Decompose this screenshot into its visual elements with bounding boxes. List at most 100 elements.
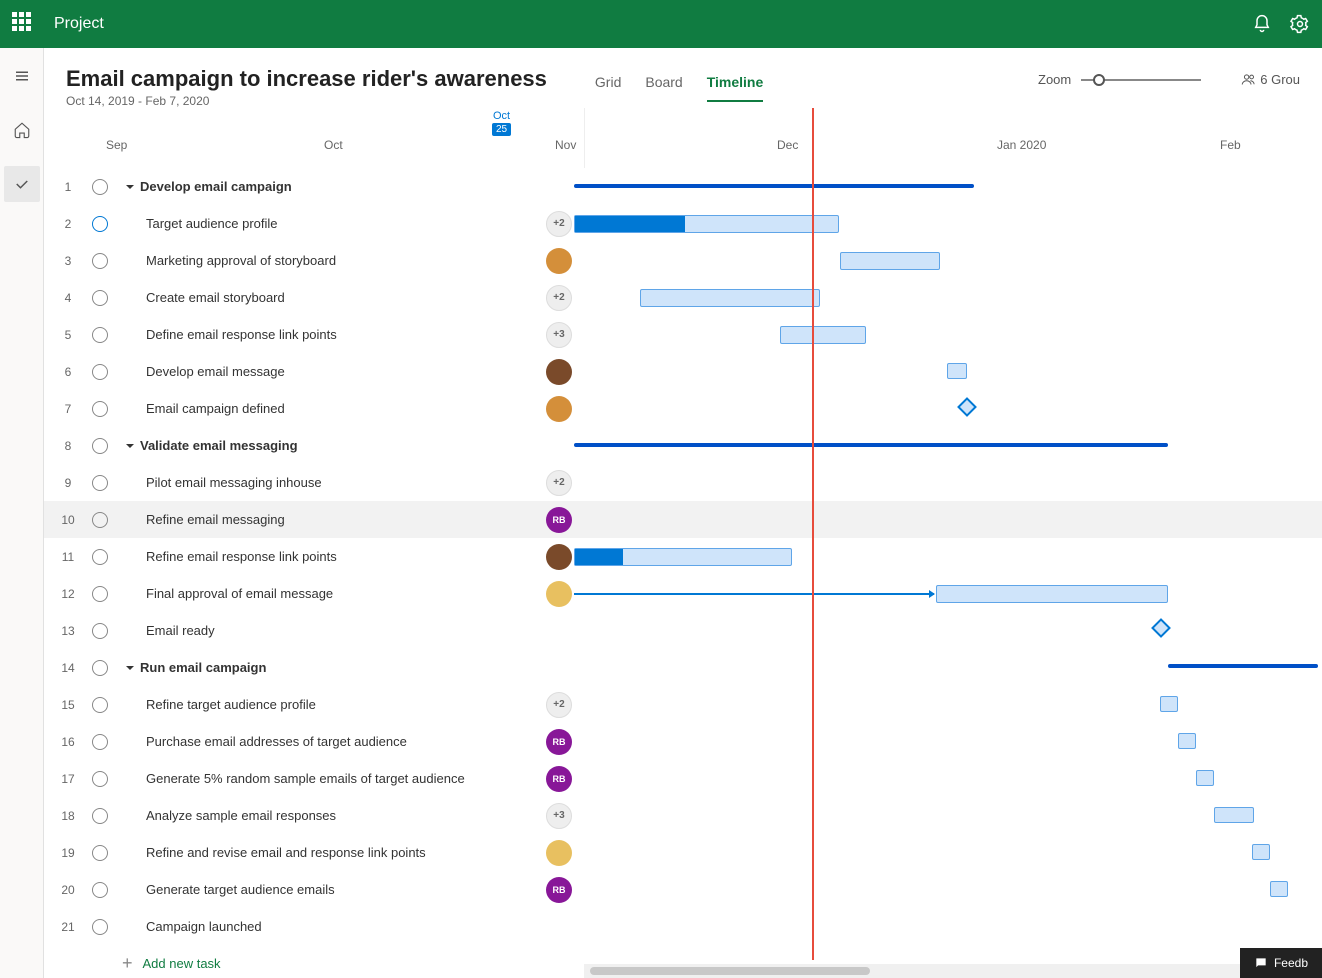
task-name[interactable]: Generate 5% random sample emails of targ…	[122, 771, 465, 786]
task-row[interactable]: 6Develop email message	[44, 353, 1322, 390]
assignee-avatar[interactable]	[546, 248, 572, 274]
feedback-button[interactable]: Feedb	[1240, 948, 1322, 978]
complete-circle[interactable]	[92, 364, 108, 380]
task-row[interactable]: 13Email ready	[44, 612, 1322, 649]
task-row[interactable]: 1Develop email campaign	[44, 168, 1322, 205]
assignee-avatar[interactable]: RB	[546, 877, 572, 903]
task-row[interactable]: 18Analyze sample email responses+3	[44, 797, 1322, 834]
task-name[interactable]: Create email storyboard	[122, 290, 285, 305]
chevron-down-icon[interactable]	[122, 441, 138, 451]
task-name[interactable]: Marketing approval of storyboard	[122, 253, 336, 268]
assignee-avatar[interactable]: +2	[546, 692, 572, 718]
task-name[interactable]: Refine and revise email and response lin…	[122, 845, 426, 860]
assignee-avatar[interactable]: RB	[546, 507, 572, 533]
task-name[interactable]: Generate target audience emails	[122, 882, 335, 897]
task-name[interactable]: Refine target audience profile	[122, 697, 316, 712]
task-row[interactable]: 21Campaign launched	[44, 908, 1322, 945]
task-row[interactable]: 14Run email campaign	[44, 649, 1322, 686]
assignee-avatar[interactable]: +3	[546, 322, 572, 348]
task-name[interactable]: Validate email messaging	[140, 438, 298, 453]
complete-circle[interactable]	[92, 216, 108, 232]
tab-timeline[interactable]: Timeline	[707, 74, 764, 102]
complete-circle[interactable]	[92, 438, 108, 454]
complete-circle[interactable]	[92, 290, 108, 306]
complete-circle[interactable]	[92, 623, 108, 639]
task-row[interactable]: 8Validate email messaging	[44, 427, 1322, 464]
task-name[interactable]: Define email response link points	[122, 327, 337, 342]
complete-circle[interactable]	[92, 401, 108, 417]
task-row[interactable]: 7Email campaign defined	[44, 390, 1322, 427]
complete-circle[interactable]	[92, 808, 108, 824]
check-button[interactable]	[4, 166, 40, 202]
assignee-avatar[interactable]: RB	[546, 729, 572, 755]
complete-circle[interactable]	[92, 179, 108, 195]
assignee-avatar[interactable]: +3	[546, 803, 572, 829]
task-name[interactable]: Purchase email addresses of target audie…	[122, 734, 407, 749]
project-dates: Oct 14, 2019 - Feb 7, 2020	[66, 94, 547, 108]
complete-circle[interactable]	[92, 475, 108, 491]
task-name[interactable]: Analyze sample email responses	[122, 808, 336, 823]
gear-icon[interactable]	[1290, 14, 1310, 34]
group-members[interactable]: 6 Grou	[1241, 72, 1300, 87]
assignee-avatar[interactable]	[546, 581, 572, 607]
complete-circle[interactable]	[92, 253, 108, 269]
complete-circle[interactable]	[92, 882, 108, 898]
task-name[interactable]: Develop email campaign	[140, 179, 292, 194]
chevron-down-icon[interactable]	[122, 663, 138, 673]
complete-circle[interactable]	[92, 660, 108, 676]
task-row[interactable]: 17Generate 5% random sample emails of ta…	[44, 760, 1322, 797]
assignee-avatar[interactable]: +2	[546, 285, 572, 311]
task-row[interactable]: 12Final approval of email message	[44, 575, 1322, 612]
task-name[interactable]: Campaign launched	[122, 919, 262, 934]
complete-circle[interactable]	[92, 771, 108, 787]
complete-circle[interactable]	[92, 919, 108, 935]
task-name[interactable]: Refine email messaging	[122, 512, 285, 527]
task-row[interactable]: 9Pilot email messaging inhouse+2	[44, 464, 1322, 501]
task-name[interactable]: Develop email message	[122, 364, 285, 379]
zoom-control[interactable]: Zoom	[1038, 72, 1201, 87]
task-row[interactable]: 20Generate target audience emailsRB	[44, 871, 1322, 908]
complete-circle[interactable]	[92, 549, 108, 565]
assignee-avatar[interactable]	[546, 359, 572, 385]
task-row[interactable]: 3Marketing approval of storyboard	[44, 242, 1322, 279]
complete-circle[interactable]	[92, 697, 108, 713]
zoom-slider[interactable]	[1081, 79, 1201, 81]
add-task-button[interactable]: +Add new task	[122, 946, 221, 978]
today-marker: Oct 25	[492, 110, 511, 136]
complete-circle[interactable]	[92, 586, 108, 602]
complete-circle[interactable]	[92, 327, 108, 343]
home-button[interactable]	[4, 112, 40, 148]
assignee-avatar[interactable]: +2	[546, 470, 572, 496]
task-row[interactable]: 11Refine email response link points	[44, 538, 1322, 575]
menu-button[interactable]	[4, 58, 40, 94]
task-row[interactable]: 10Refine email messagingRB	[44, 501, 1322, 538]
assignee-avatar[interactable]: +2	[546, 211, 572, 237]
task-name[interactable]: Final approval of email message	[122, 586, 333, 601]
task-row[interactable]: 15Refine target audience profile+2	[44, 686, 1322, 723]
complete-circle[interactable]	[92, 845, 108, 861]
task-name[interactable]: Email campaign defined	[122, 401, 285, 416]
task-name[interactable]: Run email campaign	[140, 660, 266, 675]
bell-icon[interactable]	[1252, 14, 1272, 34]
complete-circle[interactable]	[92, 734, 108, 750]
assignee-avatar[interactable]	[546, 396, 572, 422]
task-row[interactable]: 4Create email storyboard+2	[44, 279, 1322, 316]
assignee-avatar[interactable]: RB	[546, 766, 572, 792]
chevron-down-icon[interactable]	[122, 182, 138, 192]
today-line	[812, 108, 814, 960]
task-name[interactable]: Email ready	[122, 623, 215, 638]
task-row[interactable]: 19Refine and revise email and response l…	[44, 834, 1322, 871]
task-name[interactable]: Target audience profile	[122, 216, 278, 231]
app-launcher-icon[interactable]	[12, 12, 36, 36]
horizontal-scrollbar[interactable]	[584, 964, 1322, 978]
task-name[interactable]: Pilot email messaging inhouse	[122, 475, 322, 490]
assignee-avatar[interactable]	[546, 544, 572, 570]
task-row[interactable]: 16Purchase email addresses of target aud…	[44, 723, 1322, 760]
complete-circle[interactable]	[92, 512, 108, 528]
tab-grid[interactable]: Grid	[595, 74, 621, 102]
assignee-avatar[interactable]	[546, 840, 572, 866]
task-name[interactable]: Refine email response link points	[122, 549, 337, 564]
tab-board[interactable]: Board	[645, 74, 682, 102]
task-row[interactable]: 2Target audience profile+2	[44, 205, 1322, 242]
task-row[interactable]: 5Define email response link points+3	[44, 316, 1322, 353]
